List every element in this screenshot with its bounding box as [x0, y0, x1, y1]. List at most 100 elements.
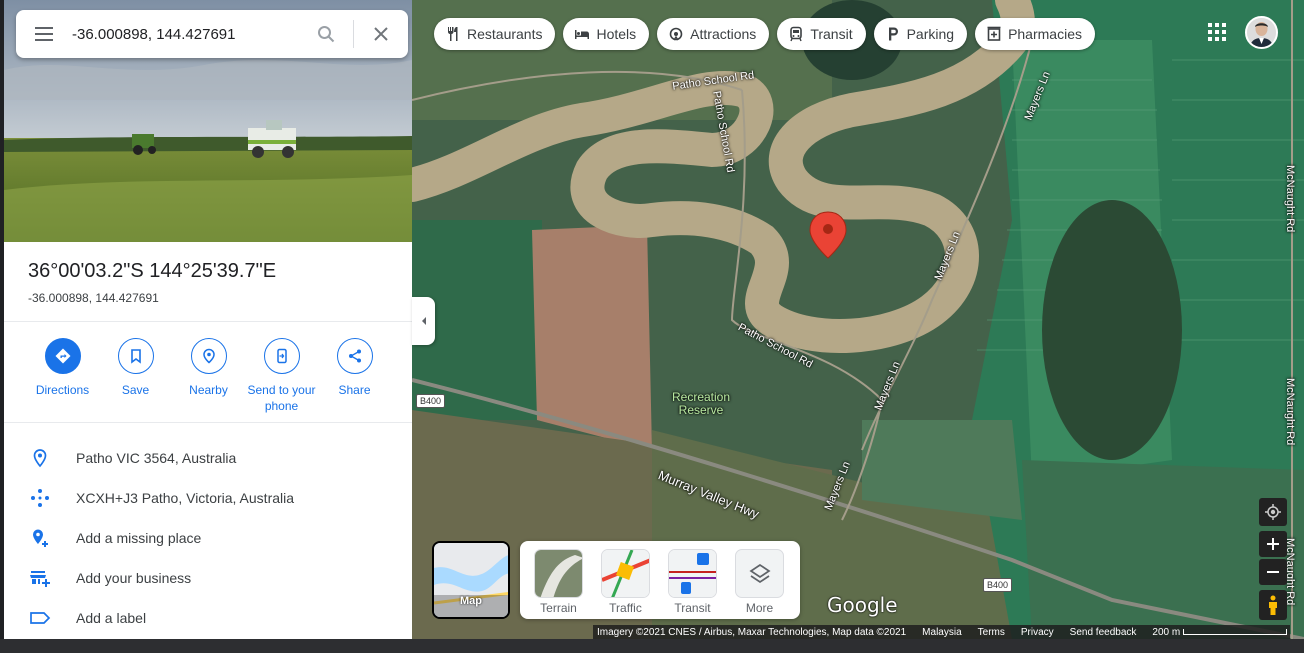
add-label[interactable]: Add a label	[4, 598, 412, 638]
route-shield: B400	[416, 394, 446, 408]
chip-label: Pharmacies	[1008, 26, 1082, 42]
info-text: Add a label	[76, 610, 147, 626]
search-input[interactable]	[72, 25, 299, 43]
search-box	[16, 10, 408, 58]
nearby-icon	[202, 348, 215, 364]
add-place-icon	[33, 529, 48, 547]
send-feedback-link[interactable]: Send feedback	[1070, 627, 1137, 638]
terrain-thumbnail	[535, 550, 582, 597]
layer-terrain[interactable]: Terrain	[534, 549, 583, 619]
map-toggle-label: Map	[460, 595, 482, 607]
search-icon	[318, 26, 335, 43]
nearby-button[interactable]: Nearby	[172, 338, 245, 414]
layer-traffic[interactable]: Traffic	[601, 549, 650, 619]
layer-label: Terrain	[540, 601, 577, 615]
google-logo: Google	[827, 593, 898, 617]
layer-transit[interactable]: Transit	[668, 549, 717, 619]
layer-label: Transit	[674, 601, 711, 615]
info-text: Add your business	[76, 570, 192, 586]
country-link[interactable]: Malaysia	[922, 627, 961, 638]
divider	[4, 422, 412, 423]
recreation-reserve-label: Recreation Reserve	[671, 390, 731, 417]
transit-thumbnail	[669, 550, 716, 597]
apps-grid-icon[interactable]	[1206, 21, 1228, 43]
action-label: Share	[338, 383, 371, 397]
my-location-button[interactable]	[1259, 498, 1287, 526]
bottom-bar	[0, 639, 1304, 653]
privacy-link[interactable]: Privacy	[1021, 627, 1054, 638]
pharmacy-icon	[987, 26, 1001, 41]
add-business[interactable]: Add your business	[4, 558, 412, 598]
action-label: Save	[121, 383, 150, 397]
place-title: 36°00'03.2"S 144°25'39.7"E	[28, 260, 277, 282]
chip-label: Parking	[906, 26, 955, 42]
plus-code-icon	[31, 489, 49, 507]
add-business-icon	[30, 571, 50, 587]
map-footer: Imagery ©2021 CNES / Airbus, Maxar Techn…	[593, 625, 1290, 639]
road-label: McNaught Rd	[1284, 378, 1296, 446]
my-location-icon	[1265, 504, 1281, 520]
scale-bar	[1182, 628, 1287, 635]
action-buttons: Directions Save Nearby Send to your phon…	[26, 338, 391, 414]
traffic-thumbnail	[602, 550, 649, 597]
action-label: Directions	[35, 383, 90, 397]
action-label: Send to your phone	[247, 383, 316, 413]
chip-parking[interactable]: Parking	[873, 18, 968, 50]
chip-label: Attractions	[690, 26, 757, 42]
phone-icon	[276, 348, 287, 364]
parking-icon	[888, 27, 898, 41]
layers-panel: Terrain Traffic Transit More	[520, 541, 800, 619]
menu-button[interactable]	[16, 10, 72, 58]
info-plus-code[interactable]: XCXH+J3 Patho, Victoria, Australia	[4, 478, 412, 518]
layer-label: Traffic	[609, 601, 642, 615]
chip-restaurants[interactable]: Restaurants	[434, 18, 556, 50]
clear-search-button[interactable]	[354, 10, 408, 58]
avatar-image	[1247, 18, 1276, 47]
terms-link[interactable]: Terms	[978, 627, 1005, 638]
category-chips: Restaurants Hotels Attractions Transit P…	[434, 18, 1095, 50]
location-pin-icon	[33, 449, 47, 468]
directions-button[interactable]: Directions	[26, 338, 99, 414]
chip-transit[interactable]: Transit	[777, 18, 866, 50]
zoom-out-button[interactable]	[1259, 559, 1287, 585]
send-to-phone-button[interactable]: Send to your phone	[245, 338, 318, 414]
hamburger-menu-icon	[35, 27, 53, 41]
chip-attractions[interactable]: Attractions	[657, 18, 770, 50]
pegman-icon	[1269, 595, 1277, 615]
info-text: Patho VIC 3564, Australia	[76, 450, 237, 466]
attractions-icon	[669, 27, 683, 41]
chip-label: Transit	[810, 26, 853, 42]
minus-icon	[1267, 571, 1279, 573]
chip-pharmacies[interactable]: Pharmacies	[975, 18, 1095, 50]
close-icon	[374, 27, 388, 41]
layer-more[interactable]: More	[735, 549, 784, 619]
zoom-in-button[interactable]	[1259, 531, 1287, 557]
map-thumbnail	[434, 543, 508, 617]
transit-icon	[790, 26, 803, 42]
chevron-left-icon	[421, 317, 426, 325]
bookmark-icon	[130, 349, 141, 364]
street-view-button[interactable]	[1259, 590, 1287, 620]
scale-indicator[interactable]: 200 m	[1152, 627, 1287, 638]
road-label: McNaught Rd	[1284, 165, 1296, 233]
divider	[4, 321, 412, 322]
share-icon	[348, 349, 361, 363]
map-view-toggle[interactable]: Map	[432, 541, 510, 619]
info-address[interactable]: Patho VIC 3564, Australia	[4, 438, 412, 478]
plus-icon	[1267, 538, 1279, 550]
scale-label: 200 m	[1152, 626, 1181, 638]
chip-label: Restaurants	[467, 26, 543, 42]
restaurant-icon	[448, 27, 458, 41]
layer-label: More	[745, 601, 774, 615]
add-missing-place[interactable]: Add a missing place	[4, 518, 412, 558]
collapse-panel-button[interactable]	[412, 297, 435, 345]
place-sidebar: 36°00'03.2"S 144°25'39.7"E -36.000898, 1…	[4, 0, 412, 639]
chip-hotels[interactable]: Hotels	[563, 18, 650, 50]
place-subtitle: -36.000898, 144.427691	[28, 291, 159, 305]
search-button[interactable]	[299, 10, 353, 58]
account-avatar[interactable]	[1245, 16, 1278, 49]
save-button[interactable]: Save	[99, 338, 172, 414]
share-button[interactable]: Share	[318, 338, 391, 414]
route-shield: B400	[983, 578, 1013, 592]
label-icon	[30, 612, 51, 624]
